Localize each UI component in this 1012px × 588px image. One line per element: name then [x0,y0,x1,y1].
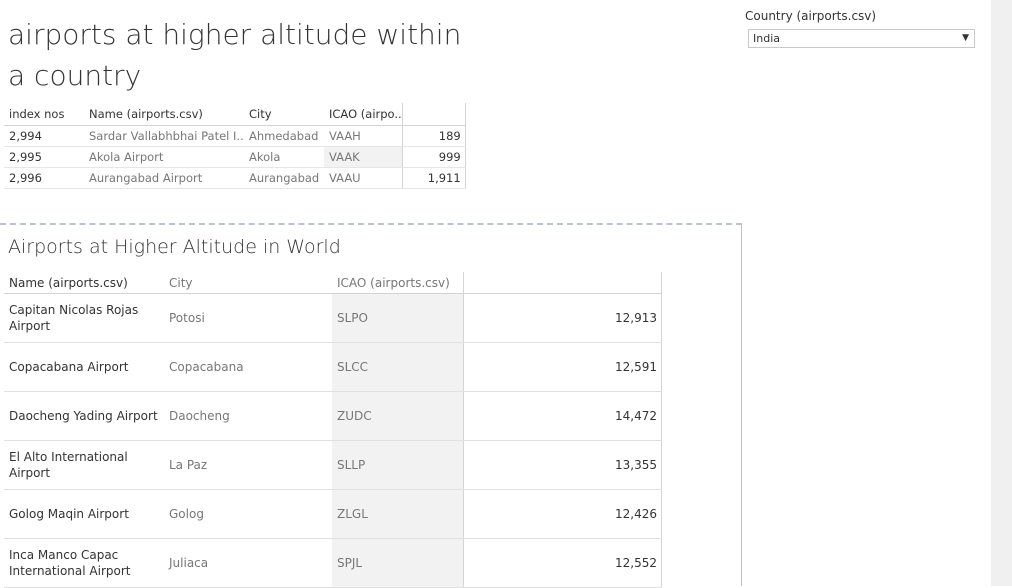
name-cell: El Alto International Airport [4,440,164,490]
icao-cell: SPJL [332,538,464,588]
icao-cell: VAAK [324,146,403,168]
city-cell: Juliaca [164,538,332,588]
city-cell: Ahmedabad [244,125,324,147]
table-row[interactable]: Golog Maqin Airport Golog ZLGL 12,426 [4,489,662,539]
icao-cell: VAAU [324,167,403,189]
right-margin [991,0,1012,586]
index-cell: 2,994 [4,125,84,147]
altitude-cell: 12,552 [463,538,662,588]
column-header[interactable]: ICAO (airports.csv) [332,272,464,294]
table-row[interactable]: Daocheng Yading Airport Daocheng ZUDC 14… [4,391,662,441]
city-cell: Daocheng [164,391,332,441]
country-filter-dropdown[interactable]: India ▼ [748,29,975,48]
column-header[interactable]: City [244,103,324,126]
altitude-cell: 189 [402,125,466,147]
table-row[interactable]: 2,996 Aurangabad Airport Aurangabad VAAU… [4,167,466,189]
country-airports-table: index nos Name (airports.csv) City ICAO … [4,103,466,189]
column-header[interactable]: Name (airports.csv) [84,103,244,126]
city-cell: Golog [164,489,332,539]
column-header[interactable]: City [164,272,332,294]
table-row[interactable]: Copacabana Airport Copacabana SLCC 12,59… [4,342,662,392]
altitude-cell: 12,426 [463,489,662,539]
city-cell: La Paz [164,440,332,490]
index-cell: 2,995 [4,146,84,168]
city-cell: Akola [244,146,324,168]
table-header-row: index nos Name (airports.csv) City ICAO … [4,103,466,126]
altitude-cell: 13,355 [463,440,662,490]
table-row[interactable]: 2,994 Sardar Vallabhbhai Patel I.. Ahmed… [4,125,466,147]
table-row[interactable]: 2,995 Akola Airport Akola VAAK 999 [4,146,466,168]
chevron-down-icon[interactable]: ▼ [962,30,969,47]
name-cell: Golog Maqin Airport [4,489,164,539]
city-cell: Copacabana [164,342,332,392]
table-row[interactable]: Capitan Nicolas Rojas Airport Potosi SLP… [4,293,662,343]
world-section-title: Airports at Higher Altitude in World [8,236,341,258]
name-cell: Akola Airport [84,146,244,168]
altitude-cell: 12,913 [463,293,662,343]
icao-cell: ZLGL [332,489,464,539]
icao-cell: ZUDC [332,391,464,441]
column-header [463,272,662,294]
column-header[interactable]: Name (airports.csv) [4,272,164,294]
altitude-cell: 999 [402,146,466,168]
icao-cell: VAAH [324,125,403,147]
country-filter-value: India [753,32,780,45]
table-row[interactable]: El Alto International Airport La Paz SLL… [4,440,662,490]
country-filter-label: Country (airports.csv) [745,9,877,23]
altitude-cell: 12,591 [463,342,662,392]
column-header [402,103,466,126]
altitude-cell: 1,911 [402,167,466,189]
altitude-cell: 14,472 [463,391,662,441]
city-cell: Aurangabad [244,167,324,189]
name-cell: Daocheng Yading Airport [4,391,164,441]
icao-cell: SLLP [332,440,464,490]
city-cell: Potosi [164,293,332,343]
icao-cell: SLCC [332,342,464,392]
name-cell: Copacabana Airport [4,342,164,392]
name-cell: Capitan Nicolas Rojas Airport [4,293,164,343]
index-cell: 2,996 [4,167,84,189]
world-airports-table: Name (airports.csv) City ICAO (airports.… [4,272,662,588]
icao-cell: SLPO [332,293,464,343]
column-header[interactable]: index nos [4,103,84,126]
name-cell: Inca Manco Capac International Airport [4,538,164,588]
name-cell: Aurangabad Airport [84,167,244,189]
dashboard-title: airports at higher altitude within a cou… [8,18,462,92]
table-row[interactable]: Inca Manco Capac International Airport J… [4,538,662,588]
table-header-row: Name (airports.csv) City ICAO (airports.… [4,272,662,294]
column-header[interactable]: ICAO (airpo.. [324,103,403,126]
name-cell: Sardar Vallabhbhai Patel I.. [84,125,244,147]
